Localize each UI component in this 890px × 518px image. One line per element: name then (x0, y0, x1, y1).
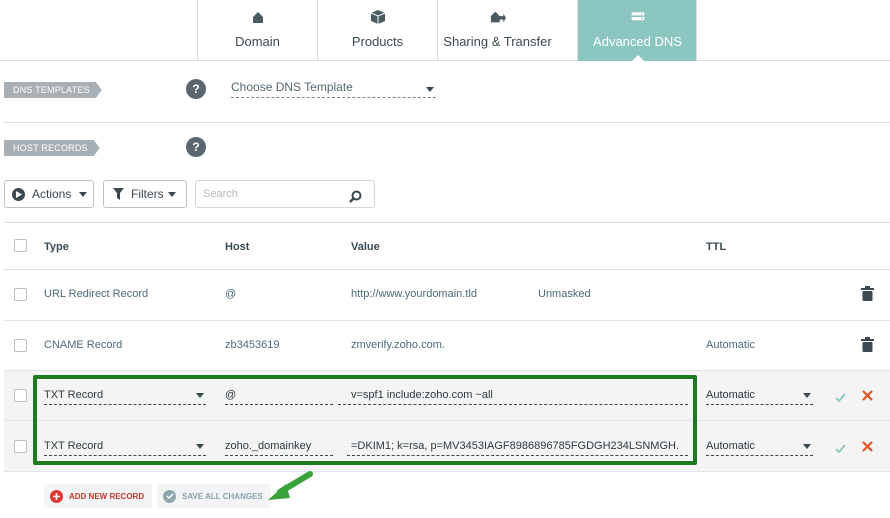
row-checkbox[interactable] (14, 339, 27, 352)
host-records-help-icon[interactable]: ? (186, 137, 206, 157)
record-ttl-select[interactable]: Automatic (706, 388, 813, 405)
tab-sharing-transfer-label: Sharing & Transfer (443, 34, 552, 49)
record-ttl: Automatic (706, 339, 755, 351)
section-divider (4, 122, 890, 123)
share-icon (490, 9, 506, 25)
host-records-label: HOST RECORDS (4, 140, 100, 156)
cancel-x-icon[interactable] (862, 388, 873, 406)
chevron-down-icon (803, 393, 811, 398)
actions-label: Actions (32, 187, 72, 201)
confirm-check-icon[interactable] (835, 440, 846, 458)
table-row: CNAME Record zb3453619 zmverify.zoho.com… (4, 321, 890, 371)
row-checkbox[interactable] (14, 440, 27, 453)
record-host: @ (225, 288, 237, 300)
save-all-changes-label: SAVE ALL CHANGES (182, 491, 263, 501)
house-icon (250, 9, 266, 25)
record-ttl-value: Automatic (706, 389, 755, 401)
search-icon[interactable] (349, 187, 362, 213)
record-value: http://www.yourdomain.tld (351, 288, 477, 300)
record-type: URL Redirect Record (44, 288, 149, 300)
filters-label: Filters (131, 187, 164, 201)
save-all-changes-button[interactable]: SAVE ALL CHANGES (157, 484, 271, 508)
tab-domain-label: Domain (235, 34, 280, 49)
add-new-record-button[interactable]: ADD NEW RECORD (44, 484, 153, 508)
box-icon (370, 9, 386, 25)
chevron-down-icon (803, 444, 811, 449)
row-checkbox[interactable] (14, 288, 27, 301)
top-tabs: Domain Products Sharing & Transfer Advan… (0, 0, 890, 62)
column-host: Host (225, 241, 250, 253)
cancel-x-icon[interactable] (862, 439, 873, 457)
record-mask: Unmasked (538, 288, 591, 300)
filter-icon (113, 188, 124, 200)
tab-domain[interactable]: Domain (197, 0, 317, 61)
record-ttl-select[interactable]: Automatic (706, 439, 813, 456)
column-type: Type (44, 241, 69, 253)
play-icon (12, 187, 25, 201)
table-row: URL Redirect Record @ http://www.yourdom… (4, 270, 890, 321)
row-checkbox[interactable] (14, 389, 27, 402)
tab-advanced-dns-label: Advanced DNS (593, 34, 682, 49)
search-placeholder: Search (203, 188, 238, 200)
tab-advanced-dns[interactable]: Advanced DNS (577, 0, 697, 62)
dns-template-select-value: Choose DNS Template (231, 80, 353, 94)
record-value: zmverify.zoho.com. (351, 339, 445, 351)
chevron-down-icon (426, 87, 434, 92)
filters-button[interactable]: Filters (103, 180, 187, 208)
dns-icon (630, 9, 646, 25)
column-ttl: TTL (706, 241, 727, 253)
record-type: CNAME Record (44, 339, 123, 351)
actions-button[interactable]: Actions (4, 180, 94, 208)
tab-products[interactable]: Products (317, 0, 437, 61)
records-table-header: Type Host Value TTL (4, 222, 890, 270)
column-value: Value (351, 241, 380, 253)
chevron-down-icon (168, 192, 176, 197)
check-circle-icon (163, 489, 176, 503)
highlight-box (33, 375, 697, 465)
confirm-check-icon[interactable] (835, 389, 846, 407)
dns-templates-help-icon[interactable]: ? (186, 79, 206, 99)
trash-icon[interactable] (861, 286, 874, 306)
record-host: zb3453619 (225, 339, 280, 351)
chevron-down-icon (79, 192, 87, 197)
arrow-icon (262, 470, 314, 509)
select-all-checkbox[interactable] (14, 239, 27, 252)
dns-template-select[interactable]: Choose DNS Template (231, 80, 436, 98)
search-input[interactable]: Search (195, 180, 375, 208)
tab-divider (696, 0, 697, 61)
dns-templates-label: DNS TEMPLATES (4, 82, 102, 98)
add-icon (50, 489, 63, 503)
add-new-record-label: ADD NEW RECORD (69, 491, 145, 501)
tab-products-label: Products (351, 34, 404, 49)
record-ttl-value: Automatic (706, 440, 755, 452)
trash-icon[interactable] (861, 337, 874, 357)
tab-sharing-transfer[interactable]: Sharing & Transfer (437, 0, 557, 61)
